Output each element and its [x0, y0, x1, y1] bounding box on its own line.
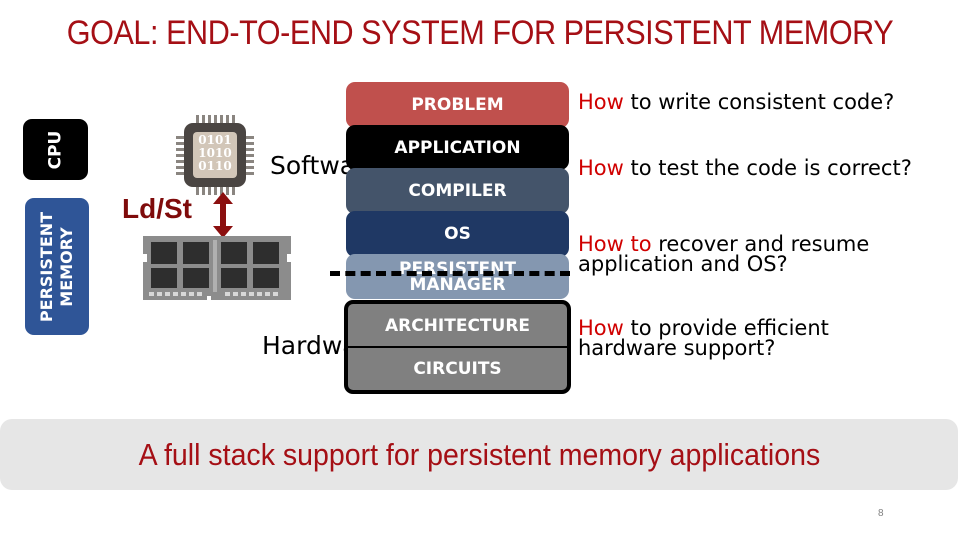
stack-layer-compiler: COMPILER [346, 168, 569, 214]
question-highlight: How [578, 90, 624, 114]
question-recovery: How to recover and resume application an… [578, 234, 869, 276]
memory-module-icon [143, 236, 291, 302]
cpu-label-box: CPU [23, 119, 88, 180]
summary-text: A full stack support for persistent memo… [138, 436, 820, 472]
stack-layer-problem: PROBLEM [346, 82, 569, 128]
hardware-software-divider [330, 271, 570, 276]
summary-banner: A full stack support for persistent memo… [0, 419, 958, 490]
stack-layer-label: CIRCUITS [413, 359, 502, 379]
stack-layer-label: ARCHITECTURE [384, 316, 531, 336]
question-text-line2: application and OS? [578, 252, 788, 276]
question-highlight: How [578, 156, 624, 180]
stack-layer-label-line2: MANAGER [409, 274, 506, 295]
page-number: 8 [878, 508, 884, 519]
stack-layer-circuits: CIRCUITS [344, 346, 571, 394]
stack-layer-label: APPLICATION [394, 137, 521, 158]
slide-title: GOAL: END-TO-END SYSTEM FOR PERSISTENT M… [66, 14, 894, 52]
load-store-label: Ld/St [122, 193, 192, 224]
question-hardware: How to provide efficient hardware suppor… [578, 318, 829, 360]
question-text-line2: hardware support? [578, 336, 776, 360]
stack-layer-persistent-manager: PERSISTENT MANAGER [346, 254, 569, 299]
question-problem: How to write consistent code? [578, 90, 895, 114]
stack-layer-label: COMPILER [408, 181, 507, 201]
chip-bits-row: 0110 [198, 159, 232, 173]
stack-layer-label: PROBLEM [411, 95, 504, 115]
cpu-label: CPU [45, 130, 66, 169]
persistent-memory-label-box: PERSISTENT MEMORY [25, 198, 89, 335]
stack-layer-application: APPLICATION [346, 125, 569, 170]
stack-layer-architecture: ARCHITECTURE [344, 300, 571, 350]
question-testing: How to test the code is correct? [578, 156, 912, 180]
persistent-memory-label-line2: MEMORY [57, 226, 76, 307]
cpu-chip-icon: 0101 1010 0110 [176, 115, 254, 195]
persistent-memory-label-line1: PERSISTENT [37, 211, 56, 322]
question-text: to test the code is correct? [623, 156, 912, 180]
question-text: to write consistent code? [623, 90, 895, 114]
bidirectional-arrow-icon [212, 192, 234, 238]
stack-layer-os: OS [346, 211, 569, 257]
stack-layer-label: OS [444, 224, 471, 244]
persistent-memory-label: PERSISTENT MEMORY [37, 211, 77, 321]
